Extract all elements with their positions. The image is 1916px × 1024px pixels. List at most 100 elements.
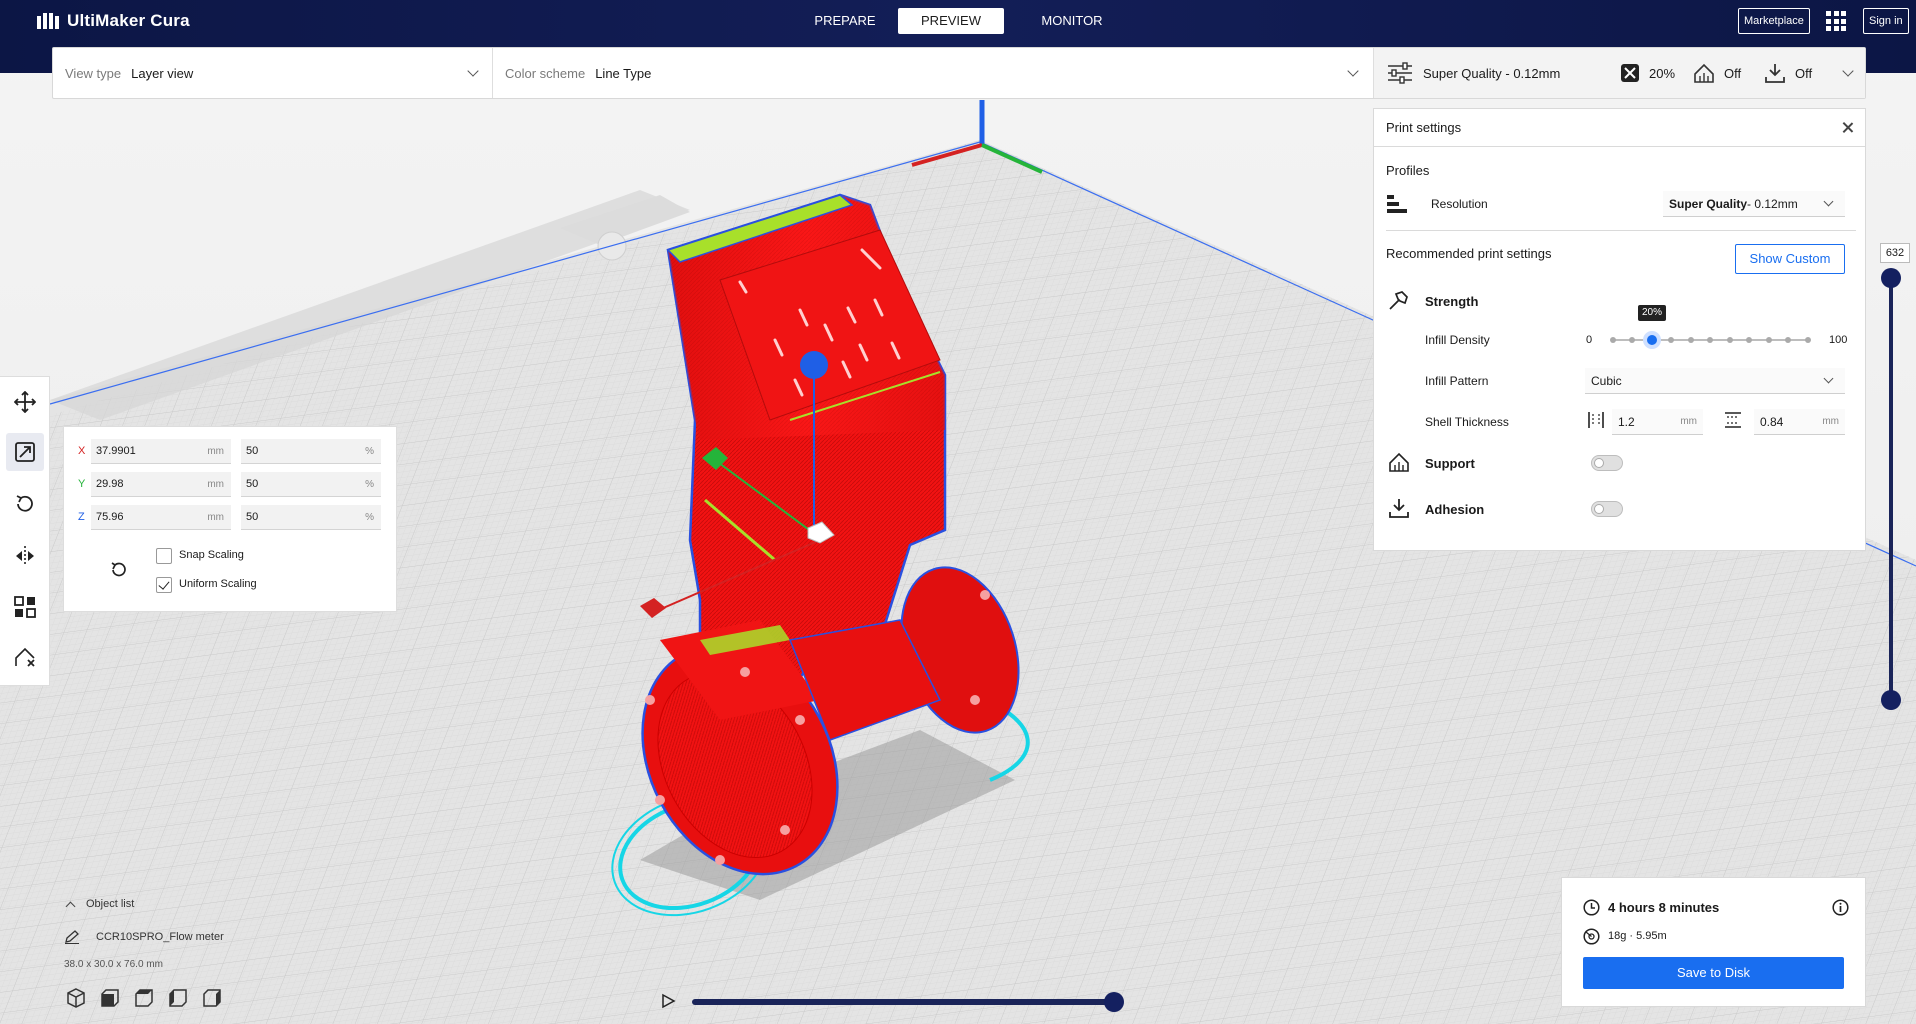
- top-bottom-thickness-input[interactable]: 0.84 mm: [1754, 409, 1845, 435]
- slider-tick: [1766, 337, 1772, 343]
- y-scale-percent-input[interactable]: 50 %: [241, 472, 381, 497]
- profiles-label: Profiles: [1386, 163, 1430, 178]
- settings-sliders-icon: [1388, 62, 1412, 84]
- object-list-title: Object list: [86, 898, 135, 910]
- material-usage: 18g · 5.95m: [1608, 930, 1667, 942]
- rotate-icon: [16, 495, 33, 512]
- scale-row-z: Z 75.96 mm 50 %: [64, 505, 398, 530]
- per-model-settings-icon: [14, 596, 36, 618]
- print-setup-selector[interactable]: Super Quality - 0.12mm 20% Off Off: [1374, 48, 1865, 98]
- move-tool-button[interactable]: [11, 388, 39, 416]
- scale-tool-panel: X 37.9901 mm 50 % Y 29.98 mm 50 % Z 75.9…: [63, 426, 397, 612]
- app-logo: UltiMaker Cura: [37, 10, 190, 32]
- view-type-value: Layer view: [131, 65, 194, 81]
- camera-view-buttons: [66, 988, 222, 1008]
- play-simulation-icon[interactable]: [660, 993, 676, 1009]
- mirror-tool-button[interactable]: [11, 542, 39, 570]
- scale-row-x: X 37.9901 mm 50 %: [64, 439, 398, 464]
- show-custom-button[interactable]: Show Custom: [1735, 244, 1845, 274]
- resolution-icon: [1387, 195, 1407, 213]
- ultimaker-logo-icon: [37, 13, 61, 29]
- rotate-tool-button[interactable]: [11, 490, 39, 518]
- clock-icon: [1583, 899, 1600, 916]
- infill-slider-handle[interactable]: [1643, 331, 1661, 349]
- chevron-down-icon: [1347, 65, 1359, 77]
- strength-hammer-icon: [1389, 291, 1408, 310]
- print-settings-panel: Print settings Profiles Resolution Super…: [1373, 108, 1866, 551]
- object-list-toggle[interactable]: Object list: [64, 898, 264, 911]
- print-profile-summary: Super Quality - 0.12mm: [1387, 62, 1560, 84]
- snap-scaling-checkbox[interactable]: [156, 548, 172, 564]
- x-scale-percent-input[interactable]: 50 %: [241, 439, 381, 464]
- x-size-mm-input[interactable]: 37.9901 mm: [91, 439, 231, 464]
- sign-in-button[interactable]: Sign in: [1863, 8, 1909, 34]
- infill-max-label: 100: [1829, 334, 1848, 346]
- adhesion-heading: Adhesion: [1425, 502, 1485, 517]
- applications-grid-icon[interactable]: [1826, 11, 1846, 31]
- uniform-scaling-checkbox[interactable]: [156, 577, 172, 593]
- percent-unit: %: [365, 446, 374, 457]
- layer-slider-upper-handle[interactable]: [1881, 268, 1901, 288]
- infill-density-label: Infill Density: [1425, 333, 1490, 347]
- mm-unit: mm: [1822, 416, 1839, 427]
- front-view-cube-icon[interactable]: [100, 988, 120, 1008]
- path-slider-track[interactable]: [692, 992, 1124, 1012]
- slider-tick: [1610, 337, 1616, 343]
- z-axis-label: Z: [78, 511, 85, 523]
- resolution-dropdown[interactable]: Super Quality - 0.12mm: [1663, 191, 1845, 217]
- infill-density-slider[interactable]: 20%: [1610, 305, 1811, 349]
- y-size-mm-input[interactable]: 29.98 mm: [91, 472, 231, 497]
- move-arrows-icon: [14, 391, 36, 413]
- color-scheme-dropdown[interactable]: Color scheme Line Type: [493, 48, 1374, 98]
- close-icon[interactable]: [1841, 121, 1855, 135]
- reset-scale-icon[interactable]: [109, 560, 129, 580]
- top-bottom-thickness-icon: [1725, 412, 1741, 428]
- slider-tick: [1746, 337, 1752, 343]
- resolution-layer-height: - 0.12mm: [1747, 196, 1798, 211]
- support-blocker-icon: [15, 647, 35, 667]
- mm-unit: mm: [1680, 416, 1697, 427]
- slider-tick: [1805, 337, 1811, 343]
- object-list-item[interactable]: CCR10SPRO_Flow meter: [64, 930, 324, 944]
- scale-tool-button[interactable]: [6, 433, 44, 471]
- per-model-settings-button[interactable]: [11, 593, 39, 621]
- z-scale-percent-input[interactable]: 50 %: [241, 505, 381, 530]
- top-bottom-thickness-value: 0.84: [1760, 414, 1784, 429]
- mm-unit: mm: [207, 479, 224, 490]
- slider-tick: [1629, 337, 1635, 343]
- wall-thickness-value: 1.2: [1618, 414, 1635, 429]
- color-scheme-label: Color scheme: [505, 65, 586, 81]
- support-toggle[interactable]: [1591, 455, 1623, 471]
- scale-row-y: Y 29.98 mm 50 %: [64, 472, 398, 497]
- divider: [1386, 230, 1856, 231]
- right-view-cube-icon[interactable]: [202, 988, 222, 1008]
- z-size-mm-input[interactable]: 75.96 mm: [91, 505, 231, 530]
- tab-prepare[interactable]: PREPARE: [800, 8, 890, 34]
- scale-icon: [15, 442, 35, 462]
- info-icon[interactable]: [1832, 899, 1849, 916]
- tab-monitor[interactable]: MONITOR: [1012, 8, 1132, 34]
- support-summary-text: Off: [1724, 65, 1742, 81]
- strength-heading: Strength: [1425, 294, 1479, 309]
- view-type-dropdown[interactable]: View type Layer view: [53, 48, 493, 98]
- tab-preview[interactable]: PREVIEW: [898, 8, 1004, 34]
- slider-tick: [1688, 337, 1694, 343]
- marketplace-button[interactable]: Marketplace: [1738, 8, 1810, 34]
- wall-thickness-icon: [1588, 412, 1604, 428]
- infill-pattern-dropdown[interactable]: Cubic: [1585, 368, 1845, 394]
- z-scale-percent-value: 50: [246, 511, 259, 523]
- 3d-view-cube-icon[interactable]: [66, 988, 86, 1008]
- save-to-disk-button[interactable]: Save to Disk: [1583, 957, 1844, 989]
- object-dimensions: 38.0 x 30.0 x 76.0 mm: [64, 959, 163, 970]
- layer-slider-track[interactable]: [1881, 268, 1901, 710]
- adhesion-summary: Off: [1764, 62, 1812, 84]
- adhesion-toggle[interactable]: [1591, 501, 1623, 517]
- support-blocker-button[interactable]: [11, 643, 39, 671]
- current-layer-input[interactable]: 632: [1880, 243, 1910, 263]
- infill-summary-text: 20%: [1649, 65, 1676, 81]
- left-view-cube-icon[interactable]: [168, 988, 188, 1008]
- top-view-cube-icon[interactable]: [134, 988, 154, 1008]
- wall-thickness-input[interactable]: 1.2 mm: [1612, 409, 1703, 435]
- path-slider-handle[interactable]: [1104, 992, 1124, 1012]
- layer-slider-lower-handle[interactable]: [1881, 690, 1901, 710]
